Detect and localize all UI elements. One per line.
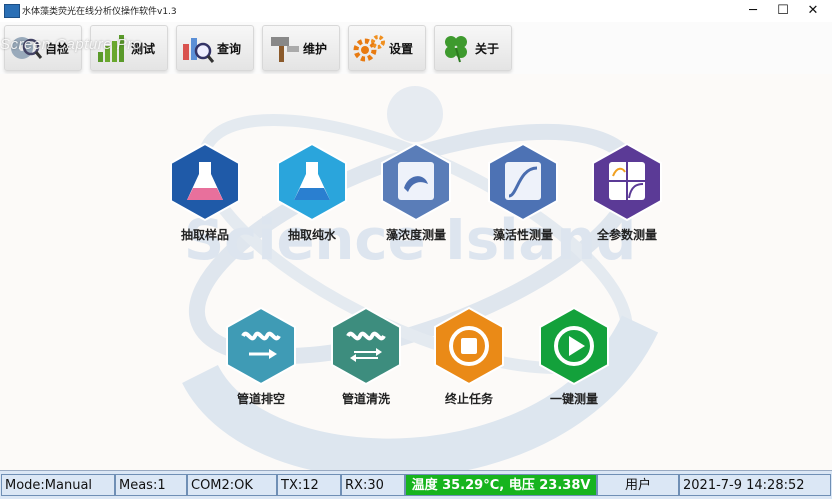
stop-button[interactable]: 终止任务 (414, 306, 524, 416)
play-icon (539, 306, 609, 386)
clover-icon (445, 36, 467, 63)
status-meas: Meas:1 (115, 474, 187, 496)
flask-water-button[interactable]: 抽取纯水 (257, 142, 367, 252)
function-label: 一键测量 (549, 392, 598, 406)
settings-label: 设置 (389, 42, 414, 56)
all-parameters-button[interactable]: 全参数测量 (572, 142, 682, 252)
status-tx: TX:12 (277, 474, 341, 496)
algae-concentration-button[interactable]: 藻浓度测量 (361, 142, 471, 252)
capture-watermark: Screen Capture Pro (0, 36, 142, 53)
status-bar: Mode:Manual Meas:1 COM2:OK TX:12 RX:30 温… (0, 470, 832, 499)
chart-search-icon (183, 38, 215, 63)
pipe-clean-button[interactable]: 管道清洗 (311, 306, 421, 416)
flask-sample-button[interactable]: 抽取样品 (150, 142, 260, 252)
title-bar: 水体藻类荧光在线分析仪操作软件v1.3 ─ ☐ ✕ (0, 0, 832, 22)
query-label: 查询 (217, 42, 242, 56)
window-title: 水体藻类荧光在线分析仪操作软件v1.3 (22, 7, 177, 17)
function-label: 全参数测量 (596, 228, 657, 242)
query-button[interactable]: 查询 (176, 25, 254, 71)
function-label: 藻浓度测量 (385, 228, 446, 242)
algae-activity-button[interactable]: 藻活性测量 (468, 142, 578, 252)
status-mode: Mode:Manual (1, 474, 115, 496)
algae-activity-icon (488, 142, 558, 222)
function-label: 终止任务 (444, 392, 493, 406)
status-datetime: 2021-7-9 14:28:52 (679, 474, 831, 496)
about-label: 关于 (475, 42, 500, 56)
maintenance-button[interactable]: 维护 (262, 25, 340, 71)
maximize-icon[interactable]: ☐ (768, 0, 798, 22)
app-icon (4, 4, 20, 18)
status-com: COM2:OK (187, 474, 277, 496)
maintenance-label: 维护 (303, 42, 328, 56)
all-parameters-icon (592, 142, 662, 222)
pipe-drain-button[interactable]: 管道排空 (206, 306, 316, 416)
main-panel: Science Island 抽取样品 抽取纯水 藻浓度测量 藻活性测量 全参数测量 管道… (0, 74, 832, 470)
toolbar: 自检 测试 查询 维护 设置 关于 Screen Capture Pro (0, 22, 832, 74)
function-label: 管道清洗 (341, 392, 390, 406)
play-button[interactable]: 一键测量 (519, 306, 629, 416)
algae-concentration-icon (381, 142, 451, 222)
pipe-clean-icon (331, 306, 401, 386)
minimize-icon[interactable]: ─ (738, 0, 768, 22)
status-rx: RX:30 (341, 474, 405, 496)
hammer-icon (271, 37, 299, 62)
pipe-drain-icon (226, 306, 296, 386)
status-user: 用户 (597, 474, 679, 496)
gears-icon (353, 35, 385, 62)
function-label: 抽取纯水 (287, 228, 336, 242)
stop-icon (434, 306, 504, 386)
about-button[interactable]: 关于 (434, 25, 512, 71)
flask-water-icon (277, 142, 347, 222)
function-label: 管道排空 (236, 392, 285, 406)
close-icon[interactable]: ✕ (798, 0, 828, 22)
settings-button[interactable]: 设置 (348, 25, 426, 71)
function-label: 抽取样品 (180, 228, 229, 242)
function-label: 藻活性测量 (492, 228, 553, 242)
flask-sample-icon (170, 142, 240, 222)
status-environment: 温度 35.29°C, 电压 23.38V (405, 474, 597, 496)
